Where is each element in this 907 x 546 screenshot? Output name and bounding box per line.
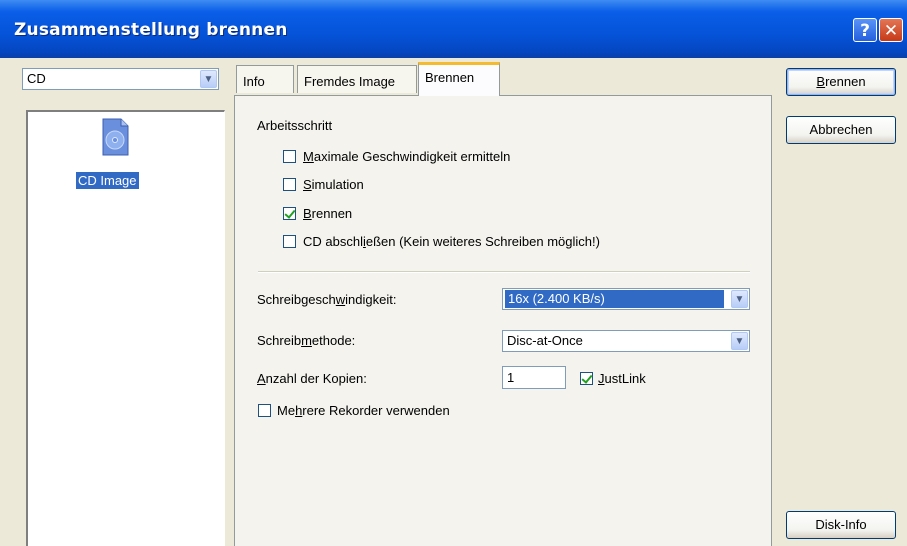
cancel-button[interactable]: Abbrechen [786, 116, 896, 144]
window-title: Zusammenstellung brennen [14, 20, 288, 40]
help-icon[interactable]: ? [853, 18, 877, 42]
option-finalize-checkbox[interactable] [283, 235, 296, 248]
tab-brennen[interactable]: Brennen [418, 62, 500, 96]
chevron-down-icon[interactable]: ▼ [731, 290, 748, 308]
copies-value: 1 [507, 370, 515, 385]
tab-info[interactable]: Info [236, 65, 294, 93]
speed-label: Schreibgeschwindigkeit: [257, 292, 397, 307]
method-label: Schreibmethode: [257, 333, 356, 348]
justlink-label[interactable]: JustLink [598, 371, 646, 386]
copies-label: Anzahl der Kopien: [257, 371, 367, 386]
option-burn-label[interactable]: Brennen [303, 206, 352, 221]
media-type-select[interactable]: CD ▼ [22, 68, 219, 90]
cd-image-icon [102, 118, 129, 156]
option-simulation-label[interactable]: Simulation [303, 177, 364, 192]
chevron-down-icon[interactable]: ▼ [731, 332, 748, 350]
disk-info-button[interactable]: Disk-Info [786, 511, 896, 539]
tab-fremdes-image[interactable]: Fremdes Image [297, 65, 417, 93]
chevron-down-icon[interactable]: ▼ [200, 70, 217, 88]
option-burn-checkbox[interactable] [283, 207, 296, 220]
write-speed-select[interactable]: 16x (2.400 KB/s) ▼ [502, 288, 750, 310]
multi-recorder-label[interactable]: Mehrere Rekorder verwenden [277, 403, 450, 418]
tab-label: Brennen [425, 70, 475, 85]
multi-recorder-checkbox[interactable] [258, 404, 271, 417]
option-max-speed-label[interactable]: Maximale Geschwindigkeit ermitteln [303, 149, 510, 164]
separator [258, 271, 750, 273]
write-method-value: Disc-at-Once [507, 333, 583, 348]
title-bar[interactable]: Zusammenstellung brennen ? ✕ [0, 0, 907, 58]
option-simulation-checkbox[interactable] [283, 178, 296, 191]
write-method-select[interactable]: Disc-at-Once ▼ [502, 330, 750, 352]
option-max-speed-checkbox[interactable] [283, 150, 296, 163]
close-icon[interactable]: ✕ [879, 18, 903, 42]
copies-input[interactable]: 1 [502, 366, 566, 389]
justlink-checkbox[interactable] [580, 372, 593, 385]
compilation-list[interactable]: CD Image [26, 110, 225, 546]
burn-button[interactable]: Brennen [786, 68, 896, 96]
tab-label: Fremdes Image [304, 74, 396, 89]
list-item-label: CD Image [76, 172, 139, 189]
media-type-value: CD [27, 71, 46, 86]
option-finalize-label[interactable]: CD abschließen (Kein weiteres Schreiben … [303, 234, 600, 249]
tab-label: Info [243, 74, 265, 89]
write-speed-value: 16x (2.400 KB/s) [505, 290, 724, 308]
group-label: Arbeitsschritt [257, 118, 333, 133]
